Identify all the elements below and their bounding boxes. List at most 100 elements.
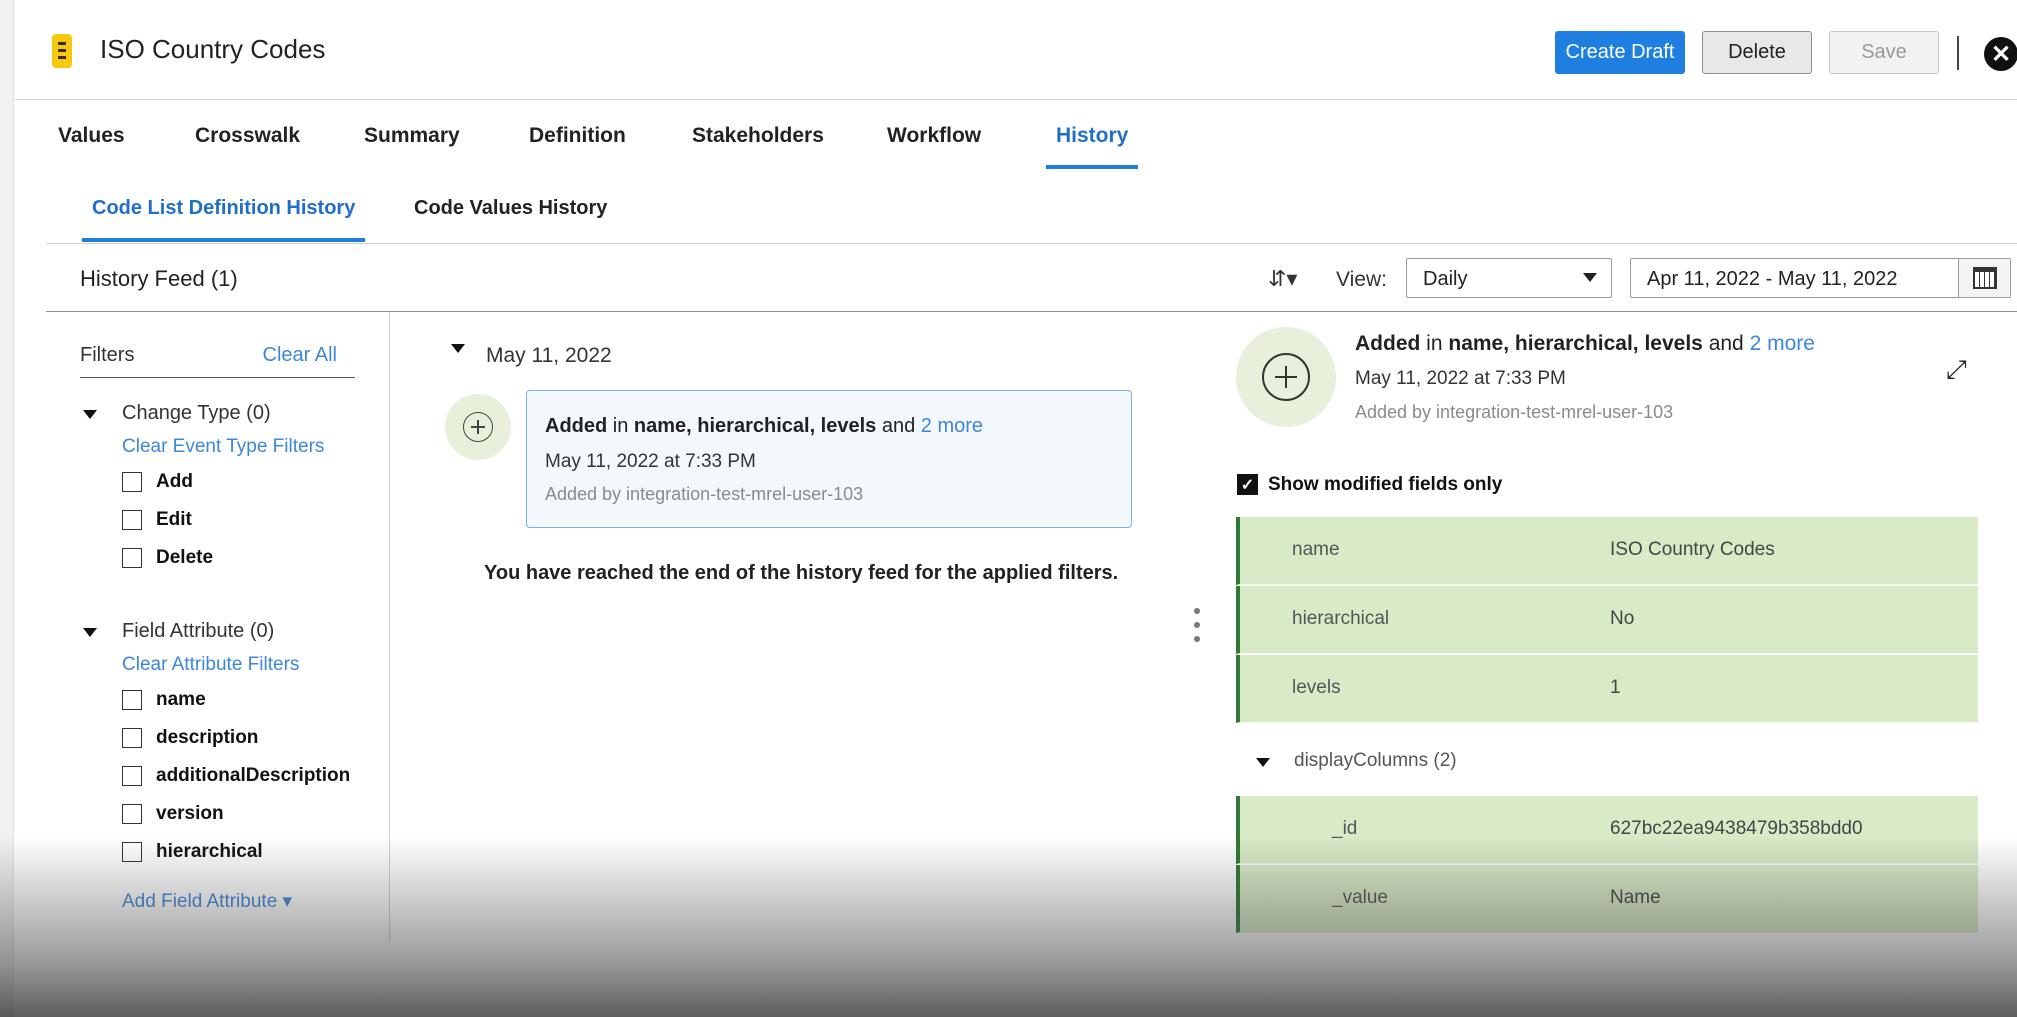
field-attribute-group[interactable]: Field Attribute (0) <box>122 620 274 643</box>
field-key: levels <box>1292 677 1341 698</box>
end-of-feed-message: You have reached the end of the history … <box>484 562 1119 584</box>
event-added-marker <box>445 394 511 460</box>
display-columns-group[interactable]: displayColumns (2) <box>1294 750 1457 772</box>
event-time: May 11, 2022 at 7:33 PM <box>545 451 756 472</box>
checkbox-label-delete: Delete <box>156 547 214 568</box>
content-area: Code List Definition History Code Values… <box>46 172 2017 1017</box>
detail-more-link[interactable]: 2 more <box>1750 332 1815 355</box>
checkbox-edit[interactable] <box>122 510 142 530</box>
date-range-input[interactable]: Apr 11, 2022 - May 11, 2022 <box>1630 258 2011 298</box>
subtab-code-list-definition-history[interactable]: Code List Definition History <box>81 172 366 244</box>
tab-crosswalk[interactable]: Crosswalk <box>195 100 300 172</box>
detail-added-marker <box>1236 327 1336 427</box>
detail-summary: Added in name, hierarchical, levels and … <box>1355 332 1815 356</box>
history-subtabs: Code List Definition History Code Values… <box>46 172 2017 244</box>
show-modified-label: Show modified fields only <box>1268 474 1503 495</box>
event-action: Added <box>545 415 608 437</box>
calendar-icon <box>1972 267 1997 289</box>
field-value: No <box>1610 608 1635 629</box>
checkbox-label-additional-description: additionalDescription <box>156 765 351 786</box>
left-edge <box>0 0 14 1017</box>
clear-all-link[interactable]: Clear All <box>263 344 337 367</box>
filters-panel: Filters Clear All Change Type (0) Clear … <box>80 312 390 942</box>
checkbox-version[interactable] <box>122 804 142 824</box>
close-icon[interactable]: ✕ <box>1984 37 2017 71</box>
event-author: Added by integration-test-mrel-user-103 <box>545 484 864 504</box>
show-modified-checkbox[interactable]: ✓ <box>1237 474 1258 495</box>
date-range-value: Apr 11, 2022 - May 11, 2022 <box>1647 268 1898 290</box>
detail-in: in <box>1426 332 1443 355</box>
change-type-group[interactable]: Change Type (0) <box>122 402 271 425</box>
view-select[interactable]: Daily <box>1406 258 1612 298</box>
collapse-triangle-icon[interactable] <box>83 410 97 419</box>
detail-author: Added by integration-test-mrel-user-103 <box>1355 402 1674 422</box>
clear-event-type-filters-link[interactable]: Clear Event Type Filters <box>122 436 324 458</box>
checkbox-label-version: version <box>156 803 224 824</box>
expand-icon[interactable]: ⤢ <box>1946 354 1967 386</box>
event-more-link[interactable]: 2 more <box>921 415 983 437</box>
app: ISO Country Codes Create Draft Delete Sa… <box>14 0 2017 1017</box>
checkbox-name[interactable] <box>122 690 142 710</box>
field-value: Name <box>1610 887 1661 908</box>
checkbox-label-name: name <box>156 689 206 710</box>
field-row-id: _id 627bc22ea9438479b358bdd0 <box>1236 796 1978 864</box>
view-select-value: Daily <box>1423 268 1468 290</box>
chevron-down-icon <box>1583 273 1597 282</box>
tab-summary[interactable]: Summary <box>364 100 460 172</box>
page: ISO Country Codes Create Draft Delete Sa… <box>0 0 2017 1017</box>
panel-resize-handle-icon[interactable] <box>1194 608 1200 642</box>
filters-title: Filters <box>80 344 135 366</box>
create-draft-button[interactable]: Create Draft <box>1555 31 1685 74</box>
save-button[interactable]: Save <box>1829 31 1939 74</box>
field-row-value: _value Name <box>1236 865 1978 933</box>
collapse-triangle-icon[interactable] <box>451 344 465 353</box>
detail-and: and <box>1708 332 1744 355</box>
field-key: hierarchical <box>1292 608 1390 629</box>
event-fields: name, hierarchical, levels <box>633 415 877 437</box>
timeline-date: May 11, 2022 <box>486 344 612 367</box>
checkbox-delete[interactable] <box>122 548 142 568</box>
calendar-button[interactable] <box>1958 259 2010 297</box>
code-list-icon <box>52 34 72 68</box>
history-event-card[interactable]: Added in name, hierarchical, levels and … <box>526 390 1132 528</box>
checkbox-hierarchical[interactable] <box>122 842 142 862</box>
collapse-triangle-icon[interactable] <box>83 628 97 637</box>
field-row-hierarchical: hierarchical No <box>1236 586 1978 654</box>
delete-button[interactable]: Delete <box>1702 31 1812 74</box>
tab-values[interactable]: Values <box>58 100 125 172</box>
tab-workflow[interactable]: Workflow <box>887 100 981 172</box>
plus-circle-icon <box>1262 353 1310 401</box>
tab-stakeholders[interactable]: Stakeholders <box>692 100 824 172</box>
field-value: 1 <box>1610 677 1621 698</box>
detail-time: May 11, 2022 at 7:33 PM <box>1355 368 1566 389</box>
filters-header: Filters Clear All <box>80 332 355 378</box>
tab-history[interactable]: History <box>1045 100 1139 172</box>
event-and: and <box>881 415 916 437</box>
page-title: ISO Country Codes <box>100 34 326 64</box>
event-in: in <box>612 415 629 437</box>
checkbox-description[interactable] <box>122 728 142 748</box>
field-key: _id <box>1332 818 1358 839</box>
clear-attribute-filters-link[interactable]: Clear Attribute Filters <box>122 654 299 676</box>
add-field-attribute-label: Add Field Attribute <box>122 891 278 912</box>
add-field-attribute-link[interactable]: Add Field Attribute ▾ <box>122 890 292 913</box>
detail-fields: name, hierarchical, levels <box>1448 332 1703 355</box>
subtab-code-values-history[interactable]: Code Values History <box>414 172 607 244</box>
sort-icon[interactable]: ⇵▾ <box>1268 266 1297 292</box>
checkbox-add[interactable] <box>122 472 142 492</box>
tab-definition[interactable]: Definition <box>529 100 626 172</box>
checkbox-label-edit: Edit <box>156 509 192 530</box>
field-row-levels: levels 1 <box>1236 655 1978 723</box>
chevron-down-icon: ▾ <box>282 891 293 912</box>
collapse-triangle-icon[interactable] <box>1256 758 1270 767</box>
field-key: name <box>1292 539 1340 560</box>
header-divider <box>1957 36 1959 70</box>
detail-action: Added <box>1355 332 1421 355</box>
field-value: 627bc22ea9438479b358bdd0 <box>1610 818 1863 839</box>
field-key: _value <box>1332 887 1388 908</box>
field-row-name: name ISO Country Codes <box>1236 517 1978 585</box>
view-label: View: <box>1336 268 1387 291</box>
history-feed-bar: History Feed (1) ⇵▾ View: Daily Apr 11, … <box>46 244 2017 312</box>
header: ISO Country Codes Create Draft Delete Sa… <box>14 0 2017 100</box>
checkbox-additional-description[interactable] <box>122 766 142 786</box>
